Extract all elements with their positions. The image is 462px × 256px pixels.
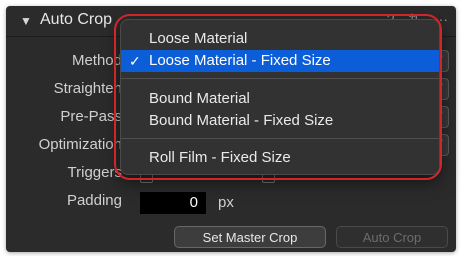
set-master-crop-button[interactable]: Set Master Crop bbox=[174, 226, 326, 248]
padding-unit: px bbox=[218, 194, 234, 211]
highlight-annotation-ring bbox=[114, 14, 442, 180]
padding-label: Padding bbox=[66, 192, 122, 209]
straighten-label: Straighten bbox=[53, 80, 122, 97]
optimization-label: Optimization bbox=[38, 136, 122, 153]
auto-crop-button[interactable]: Auto Crop bbox=[336, 226, 448, 248]
prepass-label: Pre-Pass bbox=[60, 108, 122, 125]
chevron-down-icon[interactable]: ▼ bbox=[20, 14, 32, 28]
panel-title: Auto Crop bbox=[40, 11, 113, 28]
padding-input[interactable]: 0 bbox=[140, 192, 206, 214]
